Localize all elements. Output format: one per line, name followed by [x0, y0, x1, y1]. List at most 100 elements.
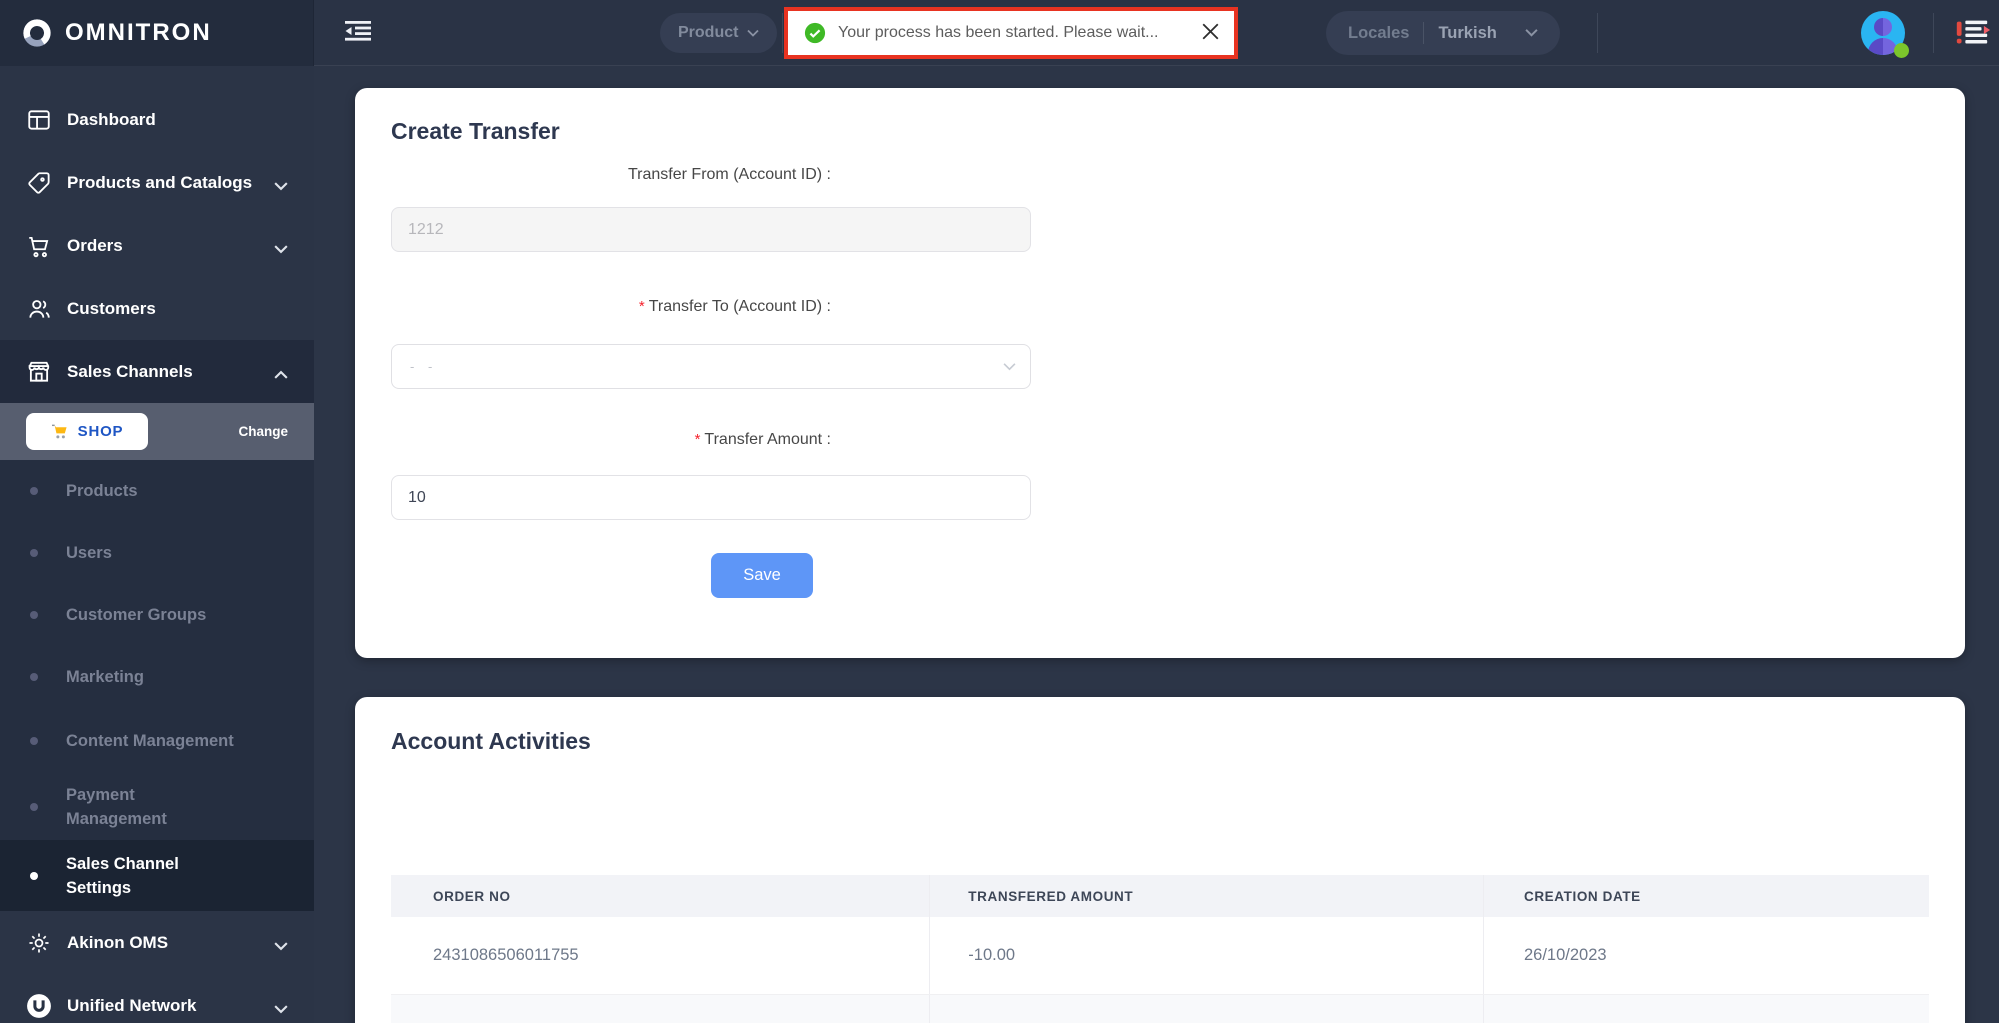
sales-channels-section: Sales Channels SHOP Change Products User…: [0, 340, 314, 911]
online-status-dot: [1894, 43, 1909, 58]
bullet-icon: [30, 549, 38, 557]
sidebar-item-orders[interactable]: Orders: [0, 214, 314, 277]
transfer-to-select[interactable]: - -: [391, 344, 1031, 389]
column-header-order-no: ORDER NO: [433, 888, 511, 904]
storefront-icon: [26, 359, 52, 385]
transfer-amount-label: * Transfer Amount :: [694, 431, 831, 448]
customers-icon: [26, 296, 52, 322]
amount-cell: 20.00: [929, 995, 1483, 1023]
dashboard-icon: [26, 107, 52, 133]
required-asterisk: *: [638, 298, 645, 315]
shop-button-label: SHOP: [77, 423, 124, 440]
shop-cart-icon: [51, 424, 69, 440]
column-header-transfered-amount: TRANSFERED AMOUNT: [929, 875, 1483, 917]
sidebar-item-label: Products and Catalogs: [67, 172, 253, 192]
date-cell: 26/10/2023: [1482, 917, 1929, 994]
change-shop-link[interactable]: Change: [238, 424, 288, 439]
chevron-down-icon: [274, 241, 288, 253]
topbar: Product Your process has been started. P…: [314, 0, 1999, 66]
tag-icon: [26, 170, 52, 196]
sidebar-subitem-label: Customer Groups: [66, 606, 207, 624]
sidebar-item-label: Unified Network: [67, 995, 197, 1015]
locale-value: Turkish: [1438, 23, 1497, 42]
account-activities-title: Account Activities: [391, 728, 591, 754]
create-transfer-card: Create Transfer Transfer From (Account I…: [355, 88, 1965, 658]
table-header-row: ORDER NO TRANSFERED AMOUNT CREATION DATE: [391, 875, 1929, 917]
chevron-down-icon: [274, 938, 288, 950]
sidebar-subitem-marketing[interactable]: Marketing: [0, 646, 314, 708]
success-toast: Your process has been started. Please wa…: [784, 7, 1238, 59]
chevron-down-icon: [747, 24, 760, 42]
order-no-cell: 2431086506011755: [391, 995, 929, 1023]
oms-gear-icon: [26, 930, 52, 956]
changelog-button[interactable]: [1952, 14, 1992, 52]
user-avatar[interactable]: [1861, 11, 1909, 58]
changelog-icon: [1952, 20, 1992, 55]
sidebar-item-label: Dashboard: [67, 109, 156, 129]
sidebar-item-akinon-oms[interactable]: Akinon OMS: [0, 911, 314, 974]
transfer-amount-input[interactable]: [391, 475, 1031, 520]
success-check-icon: [804, 22, 826, 44]
product-dropdown[interactable]: Product: [660, 13, 778, 53]
toast-message: Your process has been started. Please wa…: [838, 24, 1159, 41]
divider: [1423, 22, 1425, 44]
locales-label: Locales: [1348, 23, 1410, 42]
main-content: Create Transfer Transfer From (Account I…: [314, 66, 1999, 1023]
sidebar-subitem-content-management[interactable]: Content Management: [0, 708, 314, 774]
amount-cell: -10.00: [929, 917, 1483, 994]
sidebar-item-unified-network[interactable]: Unified Network: [0, 974, 314, 1023]
outdent-icon: [342, 21, 374, 50]
sidebar-item-products-and-catalogs[interactable]: Products and Catalogs: [0, 151, 314, 214]
logo[interactable]: OMNITRON: [0, 0, 314, 66]
topbar-divider: [1597, 13, 1598, 53]
sidebar-subitem-products[interactable]: Products: [0, 460, 314, 522]
sidebar-item-label: Sales Channels: [67, 361, 193, 381]
chevron-down-icon: [1525, 24, 1538, 42]
chevron-up-icon: [274, 367, 288, 379]
sidebar-subitem-payment-management[interactable]: Payment Management: [0, 774, 314, 840]
save-button[interactable]: Save: [711, 553, 813, 598]
required-asterisk: *: [694, 431, 701, 448]
bullet-icon: [30, 871, 38, 880]
sidebar-item-label: Customers: [67, 298, 156, 318]
sidebar-item-label: Orders: [67, 235, 123, 255]
sidebar-item-customers[interactable]: Customers: [0, 277, 314, 340]
sidebar-subitem-label: Products: [66, 482, 138, 500]
active-shop-row: SHOP Change: [0, 403, 314, 460]
sidebar-subitem-label: Payment Management: [66, 786, 167, 828]
sidebar-item-label: Akinon OMS: [67, 932, 169, 952]
unified-network-icon: [26, 993, 52, 1019]
brand-name: OMNITRON: [65, 19, 212, 46]
sidebar-collapse-button[interactable]: [342, 17, 374, 47]
locales-dropdown[interactable]: Locales Turkish: [1326, 11, 1560, 55]
chevron-down-icon: [1003, 358, 1016, 376]
shop-button[interactable]: SHOP: [26, 413, 148, 450]
create-transfer-title: Create Transfer: [391, 118, 560, 144]
transfer-to-selected-value: - -: [410, 359, 438, 374]
sidebar-subitem-users[interactable]: Users: [0, 522, 314, 584]
sidebar-subitem-label: Sales Channel Settings: [66, 854, 179, 897]
sidebar-subitem-label: Marketing: [66, 668, 144, 686]
transfer-from-label: Transfer From (Account ID) :: [628, 166, 831, 183]
column-header-creation-date: CREATION DATE: [1482, 875, 1929, 917]
close-icon: [1202, 23, 1219, 43]
sidebar: OMNITRON Dashboard Products and Catalogs: [0, 0, 314, 1023]
toast-close-button[interactable]: [1200, 23, 1220, 43]
transfer-to-label: * Transfer To (Account ID) :: [638, 298, 831, 315]
date-cell: 26/10/2023: [1482, 995, 1929, 1023]
order-no-cell: 2431086506011755: [433, 946, 579, 964]
sidebar-subitem-label: Users: [66, 544, 112, 562]
sidebar-item-dashboard[interactable]: Dashboard: [0, 88, 314, 151]
bullet-icon: [30, 487, 38, 495]
account-activities-card: Account Activities ORDER NO TRANSFERED A…: [355, 697, 1965, 1023]
chevron-down-icon: [274, 1001, 288, 1013]
table-row: 2431086506011755 20.00 26/10/2023: [391, 995, 1929, 1023]
sidebar-subitem-customer-groups[interactable]: Customer Groups: [0, 584, 314, 646]
product-dropdown-label: Product: [678, 24, 739, 41]
sidebar-item-sales-channels[interactable]: Sales Channels: [0, 340, 314, 403]
sidebar-subitem-sales-channel-settings[interactable]: Sales Channel Settings: [0, 840, 314, 911]
omnitron-logo-icon: [22, 18, 52, 48]
bullet-icon: [30, 803, 38, 811]
chevron-down-icon: [274, 178, 288, 190]
account-activities-table: ORDER NO TRANSFERED AMOUNT CREATION DATE…: [391, 875, 1929, 1023]
